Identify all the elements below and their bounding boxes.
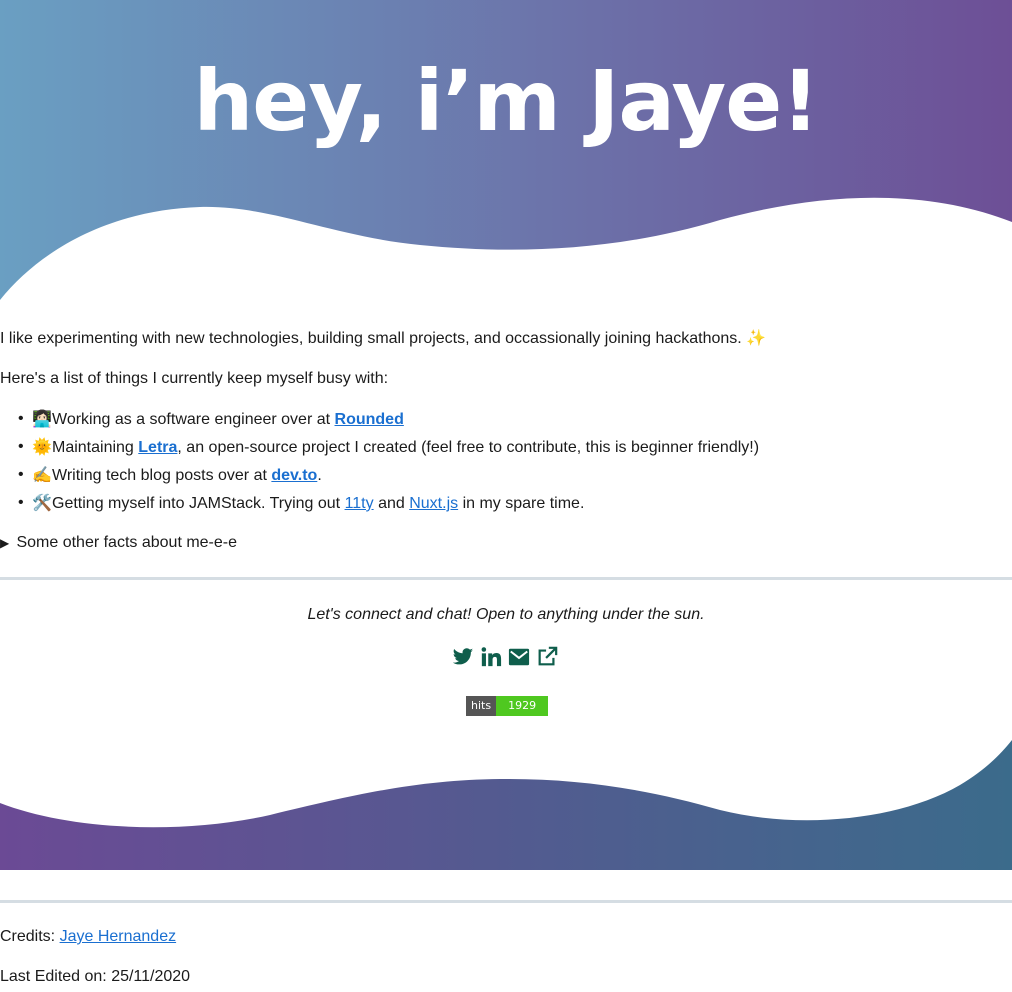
busy-intro-text: Here's a list of things I currently keep… [0, 370, 389, 387]
external-link-icon[interactable] [536, 646, 558, 668]
details-summary: Some other facts about me-e-e [16, 534, 238, 551]
social-links [452, 646, 558, 670]
footer-wave [0, 735, 1012, 870]
list-item: ✍️Writing tech blog posts over at dev.to… [18, 463, 759, 491]
divider [0, 900, 1012, 903]
page-title: hey, i’m Jaye! [193, 52, 819, 150]
email-icon[interactable] [508, 646, 530, 668]
hero-banner: hey, i’m Jaye! [0, 0, 1012, 310]
other-facts-disclosure[interactable]: ▶ Some other facts about me-e-e [0, 531, 237, 555]
hits-badge: hits 1929 [466, 696, 549, 716]
tools-emoji-icon: 🛠️ [32, 493, 52, 512]
eleventy-link[interactable]: 11ty [345, 495, 374, 512]
nuxtjs-link[interactable]: Nuxt.js [409, 495, 458, 512]
list-item: 🌞Maintaining Letra, an open-source proje… [18, 435, 759, 463]
connect-text: Let's connect and chat! Open to anything… [307, 606, 705, 623]
activities-list: 👩🏻‍💻Working as a software engineer over … [0, 407, 759, 519]
list-item: 🛠️Getting myself into JAMStack. Trying o… [18, 491, 759, 519]
technologist-emoji-icon: 👩🏻‍💻 [32, 409, 52, 428]
sun-emoji-icon: 🌞 [32, 437, 52, 456]
credits-label: Credits: [0, 928, 60, 945]
letra-link[interactable]: Letra [138, 439, 177, 456]
hero-wave [0, 0, 1012, 300]
disclosure-triangle-icon: ▶ [0, 536, 10, 550]
rounded-link[interactable]: Rounded [335, 411, 404, 428]
devto-link[interactable]: dev.to [271, 467, 317, 484]
divider [0, 577, 1012, 580]
intro-text: I like experimenting with new technologi… [0, 330, 767, 347]
hits-label: hits [466, 696, 497, 716]
linkedin-icon[interactable] [480, 646, 502, 668]
credits: Credits: Jaye Hernandez [0, 928, 176, 946]
credits-author-link[interactable]: Jaye Hernandez [60, 928, 177, 945]
twitter-icon[interactable] [452, 646, 474, 668]
writing-hand-emoji-icon: ✍️ [32, 465, 52, 484]
list-item: 👩🏻‍💻Working as a software engineer over … [18, 407, 759, 435]
hits-count: 1929 [496, 696, 549, 716]
last-edited: Last Edited on: 25/11/2020 [0, 968, 191, 985]
